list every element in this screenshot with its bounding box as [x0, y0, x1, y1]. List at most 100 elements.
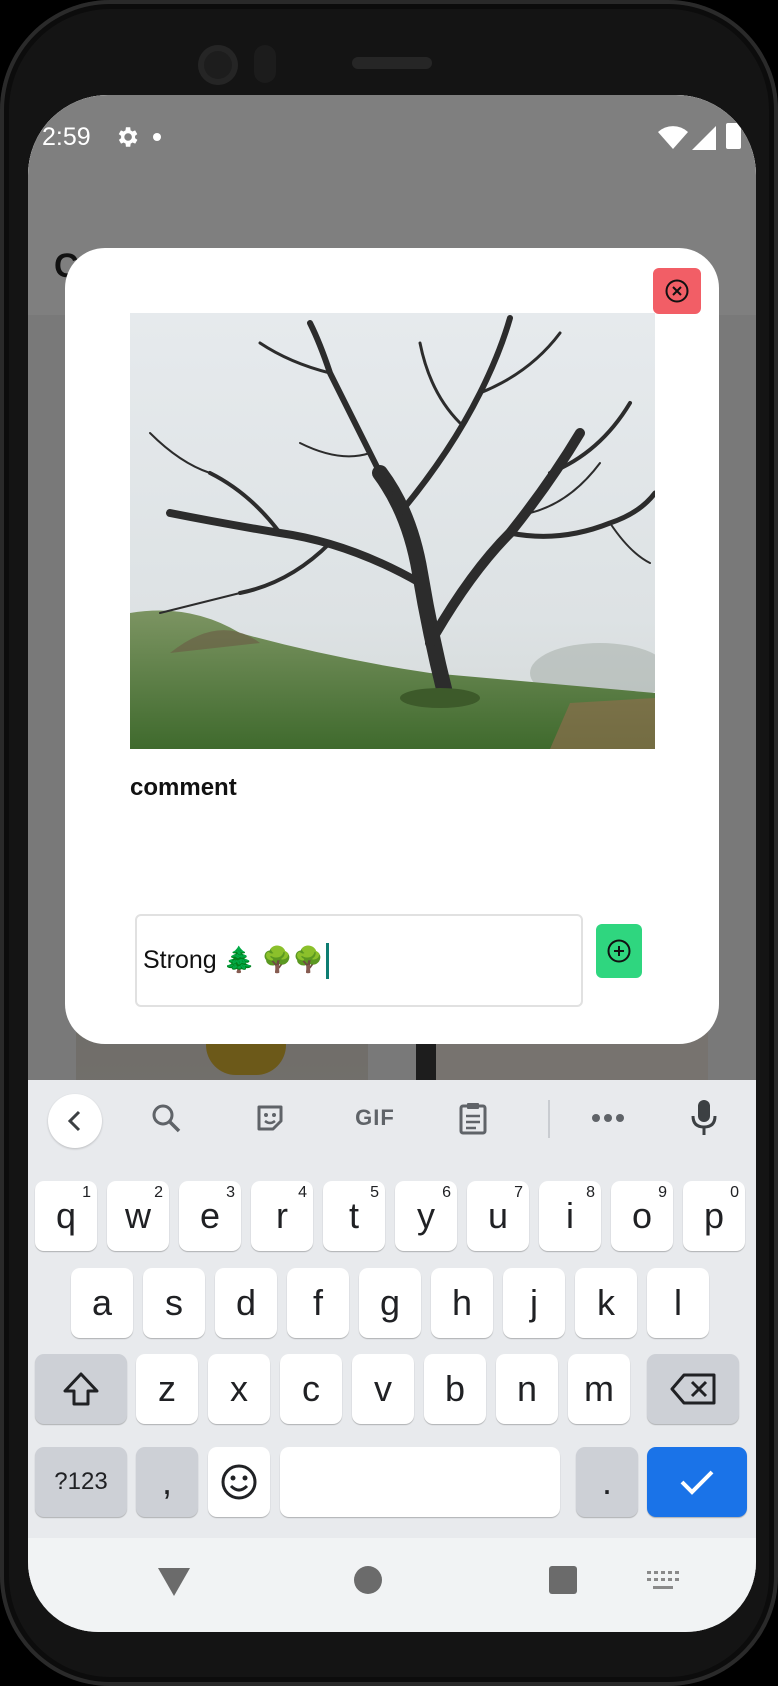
key-label: g [379, 1282, 401, 1323]
enter-key[interactable] [647, 1447, 747, 1517]
space-key[interactable] [280, 1447, 560, 1517]
key-label: q [55, 1195, 77, 1236]
key-label: f [312, 1282, 323, 1323]
status-time: 2:59 [42, 123, 91, 151]
key-e[interactable]: e3 [179, 1181, 241, 1251]
key-label: t [348, 1195, 359, 1236]
symbols-key[interactable]: ?123 [35, 1447, 127, 1517]
key-t[interactable]: t5 [323, 1181, 385, 1251]
comma-key[interactable]: , [136, 1447, 198, 1517]
key-j[interactable]: j [503, 1268, 565, 1338]
backspace-key[interactable] [647, 1354, 739, 1424]
keyboard-switch-icon[interactable] [647, 1571, 679, 1591]
battery-icon [726, 123, 741, 149]
shift-arrow-icon [63, 1372, 99, 1406]
tree-photo-image [130, 313, 655, 749]
key-hint: 7 [514, 1184, 523, 1201]
key-y[interactable]: y6 [395, 1181, 457, 1251]
key-v[interactable]: v [352, 1354, 414, 1424]
emoji-key[interactable] [208, 1447, 270, 1517]
notification-dot-icon [153, 133, 161, 141]
key-label: l [674, 1282, 682, 1323]
soft-keyboard: GIF q 1 w 2 e 3 r 4 t 5 y 6 u 7 i 8 o 9 … [28, 1080, 756, 1538]
navigation-bar [28, 1538, 756, 1632]
key-f[interactable]: f [287, 1268, 349, 1338]
key-label: n [516, 1368, 538, 1409]
key-label: c [302, 1368, 320, 1409]
keyboard-toolbar: GIF [28, 1080, 756, 1160]
key-hint: 9 [658, 1184, 667, 1201]
phone-frame: C 2:59 [0, 0, 778, 1686]
key-k[interactable]: k [575, 1268, 637, 1338]
key-hint: 8 [586, 1184, 595, 1201]
key-z[interactable]: z [136, 1354, 198, 1424]
key-i[interactable]: i8 [539, 1181, 601, 1251]
key-label: e [199, 1195, 221, 1236]
key-d[interactable]: d [215, 1268, 277, 1338]
emoji-icon [221, 1464, 257, 1500]
key-o[interactable]: o9 [611, 1181, 673, 1251]
front-camera [198, 45, 238, 85]
key-label: b [444, 1368, 466, 1409]
back-triangle-icon[interactable] [158, 1568, 190, 1596]
key-label: y [417, 1195, 435, 1236]
key-b[interactable]: b [424, 1354, 486, 1424]
recents-button[interactable] [549, 1566, 577, 1594]
key-hint: 0 [730, 1184, 739, 1201]
key-n[interactable]: n [496, 1354, 558, 1424]
key-label: a [91, 1282, 113, 1323]
clipboard-button[interactable] [453, 1100, 493, 1136]
key-label: r [276, 1195, 288, 1236]
key-label: d [235, 1282, 257, 1323]
key-label: j [530, 1282, 538, 1323]
sticker-button[interactable] [250, 1100, 290, 1136]
voice-input-button[interactable] [684, 1100, 724, 1136]
key-label: z [158, 1368, 176, 1409]
period-key[interactable]: . [576, 1447, 638, 1517]
gif-button[interactable]: GIF [350, 1100, 400, 1136]
key-c[interactable]: c [280, 1354, 342, 1424]
comment-input-value: Strong 🌲 🌳🌳 [143, 946, 324, 974]
key-x[interactable]: x [208, 1354, 270, 1424]
key-g[interactable]: g [359, 1268, 421, 1338]
key-p[interactable]: p0 [683, 1181, 745, 1251]
key-label: o [631, 1195, 653, 1236]
search-button[interactable] [146, 1100, 186, 1136]
toolbar-collapse-button[interactable] [48, 1094, 102, 1148]
key-label: x [230, 1368, 248, 1409]
add-comment-button[interactable] [596, 924, 642, 978]
text-cursor [325, 942, 329, 979]
key-label: s [165, 1282, 183, 1323]
microphone-icon [691, 1100, 717, 1135]
backspace-icon [670, 1373, 716, 1405]
shift-key[interactable] [35, 1354, 127, 1424]
key-hint: 6 [442, 1184, 451, 1201]
comment-label: comment [130, 774, 237, 801]
add-circle-icon [607, 939, 631, 963]
checkmark-icon [680, 1470, 714, 1495]
key-h[interactable]: h [431, 1268, 493, 1338]
key-q[interactable]: q1 [35, 1181, 97, 1251]
key-u[interactable]: u7 [467, 1181, 529, 1251]
cell-signal-icon [692, 126, 716, 150]
home-button[interactable] [354, 1566, 382, 1594]
key-a[interactable]: a [71, 1268, 133, 1338]
close-circle-icon [665, 279, 689, 303]
close-button[interactable] [653, 268, 701, 314]
key-hint: 4 [298, 1184, 307, 1201]
more-horizontal-icon [592, 1114, 624, 1122]
comment-input[interactable]: Strong 🌲 🌳🌳 [135, 914, 583, 1007]
post-photo [130, 313, 655, 749]
key-label: k [597, 1282, 615, 1323]
sensor [254, 45, 276, 83]
key-m[interactable]: m [568, 1354, 630, 1424]
more-options-button[interactable] [588, 1100, 628, 1136]
key-w[interactable]: w2 [107, 1181, 169, 1251]
clipboard-icon [459, 1103, 487, 1135]
sticker-icon [257, 1105, 283, 1131]
chevron-left-icon [67, 1110, 81, 1132]
gif-label: GIF [355, 1105, 395, 1130]
key-s[interactable]: s [143, 1268, 205, 1338]
key-l[interactable]: l [647, 1268, 709, 1338]
key-r[interactable]: r4 [251, 1181, 313, 1251]
